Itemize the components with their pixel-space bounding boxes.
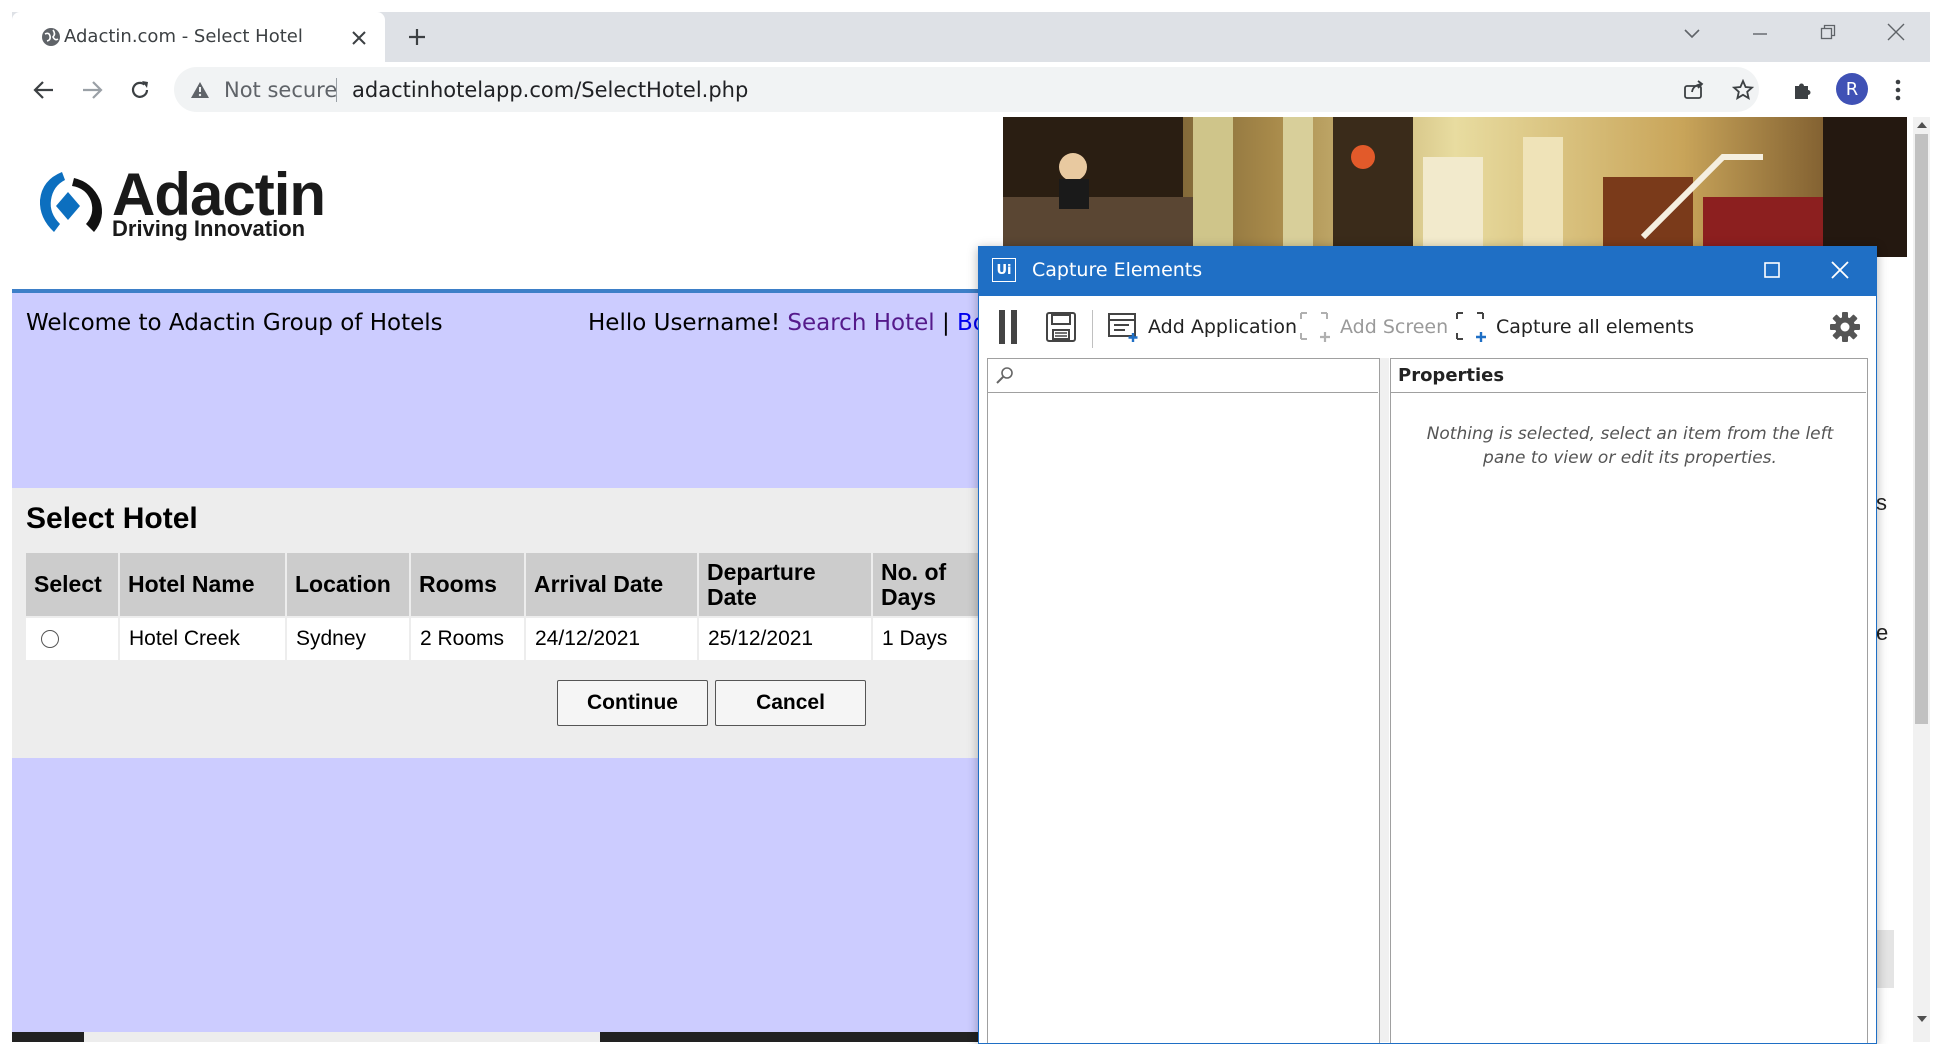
properties-empty-message: Nothing is selected, select an item from… <box>1426 424 1834 468</box>
clipped-text: e <box>1876 620 1889 645</box>
arrival-date-cell: 24/12/2021 <box>525 616 699 660</box>
settings-gear-icon[interactable] <box>1828 310 1862 344</box>
search-hotel-link[interactable]: Search Hotel <box>787 310 934 336</box>
add-screen-label: Add Screen <box>1340 316 1449 338</box>
minimize-icon[interactable] <box>1748 22 1772 46</box>
security-label[interactable]: Not secure <box>224 78 337 102</box>
bookmark-star-icon[interactable] <box>1729 76 1757 104</box>
column-header: Location <box>286 553 411 617</box>
address-separator <box>336 78 337 102</box>
uipath-app-icon: Ui <box>992 258 1016 282</box>
nav-separator: | <box>941 310 950 336</box>
hotel-results-table: Select Hotel Name Location Rooms Arrival… <box>26 553 991 660</box>
elements-tree-pane[interactable] <box>987 358 1380 1043</box>
column-header: Rooms <box>410 553 526 617</box>
properties-header: Properties <box>1390 358 1866 393</box>
scrollbar-thumb[interactable] <box>1915 134 1928 724</box>
column-header: Hotel Name <box>119 553 287 617</box>
rooms-cell: 2 Rooms <box>410 616 526 660</box>
cancel-button[interactable]: Cancel <box>715 680 866 726</box>
uipath-app-icon-text: Ui <box>996 262 1012 278</box>
departure-date-cell: 25/12/2021 <box>698 616 873 660</box>
save-icon[interactable] <box>1044 310 1078 344</box>
column-header: Arrival Date <box>525 553 699 617</box>
footer-bar-highlight <box>84 1032 600 1042</box>
properties-header-label: Properties <box>1398 365 1505 386</box>
capture-all-label[interactable]: Capture all elements <box>1496 316 1694 338</box>
scroll-down-icon[interactable] <box>1913 1012 1930 1026</box>
add-application-label[interactable]: Add Application <box>1148 316 1297 338</box>
back-icon[interactable] <box>30 76 58 104</box>
welcome-text: Welcome to Adactin Group of Hotels <box>26 310 443 336</box>
pause-icon[interactable] <box>994 308 1022 346</box>
maximize-dialog-icon[interactable] <box>1760 258 1784 282</box>
pane-splitter[interactable] <box>1380 358 1389 1042</box>
location-cell: Sydney <box>286 616 411 660</box>
add-application-icon[interactable] <box>1106 310 1140 344</box>
warning-icon[interactable] <box>188 78 212 102</box>
select-cell <box>26 616 120 660</box>
reload-icon[interactable] <box>126 76 154 104</box>
column-header: Departure Date <box>698 553 873 617</box>
browser-menu-icon[interactable] <box>1886 76 1910 104</box>
add-screen-icon <box>1298 310 1332 344</box>
toolbar-separator <box>1092 310 1093 348</box>
close-tab-icon[interactable] <box>348 27 370 49</box>
column-header: Select <box>26 553 120 617</box>
user-nav: Hello Username! Search Hotel | Book <box>588 310 1014 336</box>
forward-icon[interactable] <box>78 76 106 104</box>
tab-title: Adactin.com - Select Hotel <box>64 26 303 47</box>
table-row: Hotel Creek Sydney 2 Rooms 24/12/2021 25… <box>26 616 991 660</box>
close-window-icon[interactable] <box>1884 20 1908 44</box>
dialog-title: Capture Elements <box>1032 259 1203 281</box>
share-icon[interactable] <box>1680 76 1708 104</box>
element-search-box[interactable] <box>987 358 1378 393</box>
adactin-logo-mark <box>32 166 110 244</box>
scroll-up-icon[interactable] <box>1913 118 1930 132</box>
days-cell: 1 Days <box>872 616 991 660</box>
hotel-lobby-image <box>1003 117 1907 257</box>
profile-avatar[interactable]: R <box>1836 73 1868 105</box>
tab-search-icon[interactable] <box>1680 22 1704 46</box>
footer-band <box>12 758 1042 1032</box>
hotel-radio-button[interactable] <box>41 630 59 649</box>
search-icon <box>994 364 1016 386</box>
url-text[interactable]: adactinhotelapp.com/SelectHotel.php <box>352 78 748 102</box>
hello-text: Hello Username! <box>588 310 781 336</box>
globe-icon <box>40 26 62 48</box>
extensions-icon[interactable] <box>1788 76 1816 104</box>
page-title: Select Hotel <box>26 502 198 535</box>
continue-button[interactable]: Continue <box>557 680 708 726</box>
table-header-row: Select Hotel Name Location Rooms Arrival… <box>26 553 991 617</box>
column-header: No. of Days <box>872 553 991 617</box>
capture-all-icon[interactable] <box>1454 310 1488 344</box>
logo-tagline: Driving Innovation <box>112 216 306 241</box>
carousel-next-arrow[interactable] <box>1876 930 1894 988</box>
hotel-name-cell: Hotel Creek <box>119 616 287 660</box>
clipped-text: s <box>1876 490 1887 515</box>
restore-icon[interactable] <box>1816 20 1840 44</box>
close-dialog-icon[interactable] <box>1828 258 1852 282</box>
new-tab-icon[interactable] <box>404 24 430 50</box>
